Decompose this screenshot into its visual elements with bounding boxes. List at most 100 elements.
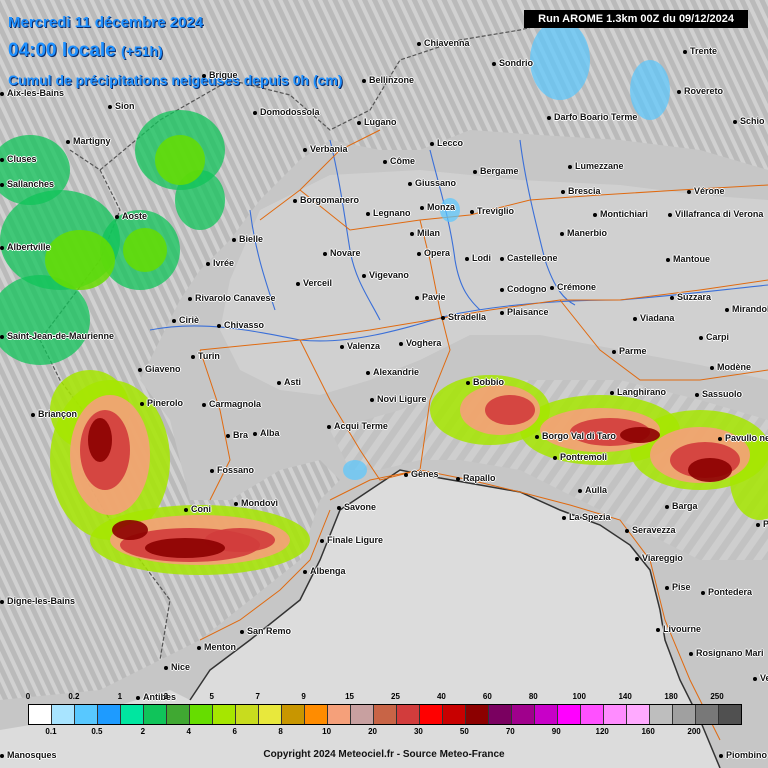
city-label: Castelleone	[500, 253, 558, 263]
city-name: Treviglio	[477, 206, 515, 216]
city-label: Giaveno	[138, 364, 181, 374]
city-name: Sallanches	[7, 179, 55, 189]
time-offset: (+51h)	[121, 43, 163, 59]
city-dot-icon	[553, 455, 557, 460]
snow-area	[88, 418, 112, 462]
city-name: Cluses	[7, 154, 37, 164]
city-name: Acqui Terme	[334, 421, 388, 431]
city-name: Rapallo	[463, 473, 496, 483]
city-label: Turin	[191, 351, 220, 361]
city-label: Digne-les-Bains	[0, 596, 75, 606]
legend-tick-bottom: 0.1	[45, 727, 57, 736]
city-label: Mirandola	[725, 304, 768, 314]
city-dot-icon	[370, 397, 374, 402]
city-label: Pontremoli	[553, 452, 607, 462]
city-name: Saint-Jean-de-Maurienne	[7, 331, 115, 341]
legend-swatch	[535, 705, 558, 724]
city-dot-icon	[362, 273, 366, 278]
city-dot-icon	[753, 676, 757, 681]
city-label: Savone	[337, 502, 376, 512]
city-dot-icon	[578, 488, 582, 493]
legend-tick-bottom: 8	[278, 727, 283, 736]
city-dot-icon	[277, 380, 281, 385]
city-label: Chivasso	[217, 320, 264, 330]
snow-area	[620, 427, 660, 443]
city-label: Opera	[417, 248, 450, 258]
legend-swatch	[558, 705, 581, 724]
city-label: Nice	[164, 662, 190, 672]
city-name: Carpi	[706, 332, 730, 342]
city-label: Brigue	[202, 70, 238, 80]
city-label: Sondrio	[492, 58, 533, 68]
city-label: Albenga	[303, 566, 346, 576]
city-label: Montichiari	[593, 209, 648, 219]
city-name: Mondovì	[241, 498, 278, 508]
city-dot-icon	[140, 401, 144, 406]
city-dot-icon	[547, 115, 551, 120]
city-name: Briançon	[38, 409, 78, 419]
city-name: Trente	[690, 46, 718, 56]
city-label: Carmagnola	[202, 399, 261, 409]
city-label: Vérone	[687, 186, 725, 196]
city-dot-icon	[366, 370, 370, 375]
city-dot-icon	[500, 287, 504, 292]
city-label: Livourne	[656, 624, 701, 634]
city-label: Plaisance	[500, 307, 549, 317]
city-label: Domodossola	[253, 107, 320, 117]
legend-tick-bottom: 160	[641, 727, 655, 736]
city-dot-icon	[656, 627, 660, 632]
legend-swatch	[259, 705, 282, 724]
city-name: Bellinzone	[369, 75, 415, 85]
city-dot-icon	[253, 431, 257, 436]
legend-tick-bottom: 20	[368, 727, 377, 736]
city-label: Borgo Val di Taro	[535, 431, 616, 441]
city-name: Albenga	[310, 566, 346, 576]
city-name: Bra	[233, 430, 249, 440]
city-label: Codogno	[500, 284, 547, 294]
city-name: Brigue	[209, 70, 238, 80]
city-label: Bergame	[473, 166, 519, 176]
city-dot-icon	[417, 41, 421, 46]
city-name: Rivarolo Canavese	[195, 293, 276, 303]
city-label: Trente	[683, 46, 717, 56]
city-dot-icon	[701, 590, 705, 595]
city-name: Lodi	[472, 253, 491, 263]
city-name: Mirandola	[732, 304, 768, 314]
city-dot-icon	[733, 119, 737, 124]
city-dot-icon	[234, 501, 238, 506]
city-name: Gênes	[411, 469, 439, 479]
city-name: Brescia	[568, 186, 601, 196]
city-label: Darfo Boario Terme	[547, 112, 637, 122]
city-dot-icon	[0, 599, 4, 604]
legend-swatch	[604, 705, 627, 724]
legend-tick-bottom: 70	[505, 727, 515, 736]
city-label: Pavullo nel	[718, 433, 768, 443]
city-label: Bobbio	[466, 377, 504, 387]
city-dot-icon	[500, 310, 504, 315]
city-dot-icon	[0, 91, 4, 96]
city-dot-icon	[683, 49, 687, 54]
legend-tick-top: 250	[710, 692, 724, 701]
product-title: Cumul de précipitations neigeuses depuis…	[8, 72, 343, 88]
city-dot-icon	[666, 257, 670, 262]
time-value: 04:00 locale	[8, 40, 116, 61]
snow-area	[112, 520, 148, 540]
city-dot-icon	[188, 296, 192, 301]
legend-tick-bottom: 30	[413, 727, 423, 736]
city-name: Domodossola	[260, 107, 320, 117]
city-dot-icon	[31, 412, 35, 417]
city-label: Milan	[410, 228, 440, 238]
city-label: Sallanches	[0, 179, 54, 189]
legend-swatch	[420, 705, 443, 724]
city-name: Verbania	[310, 144, 348, 154]
city-label: Carpi	[699, 332, 729, 342]
city-dot-icon	[568, 164, 572, 169]
city-name: Viadana	[640, 313, 675, 323]
legend-tick-top: 1	[117, 692, 123, 701]
city-name: Pontedera	[708, 587, 753, 597]
city-label: Novare	[323, 248, 361, 258]
city-name: Coni	[191, 504, 211, 514]
city-label: Lecco	[430, 138, 463, 148]
legend-swatch	[29, 705, 52, 724]
city-dot-icon	[293, 198, 297, 203]
